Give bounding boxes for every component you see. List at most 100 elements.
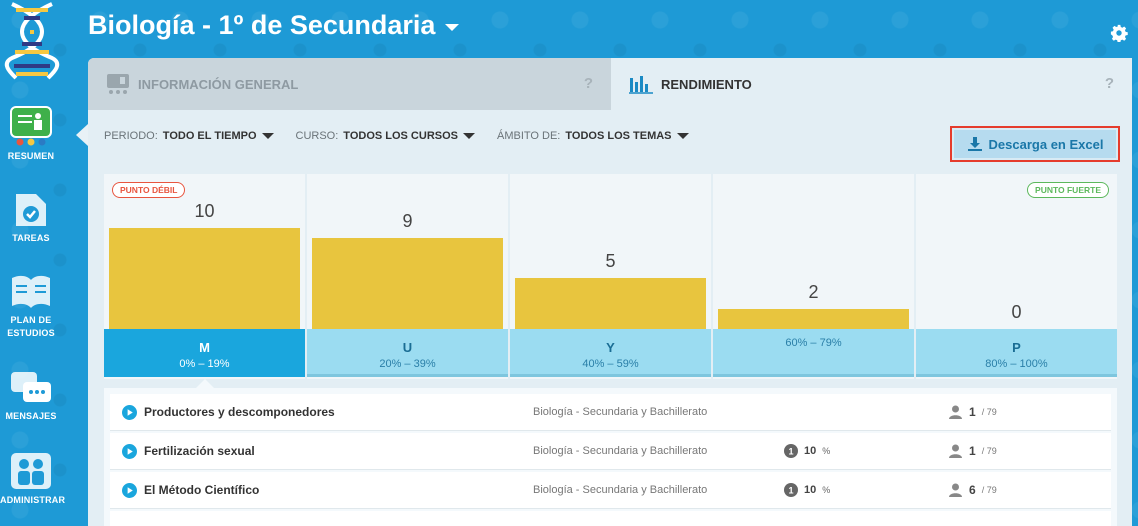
range-tab[interactable]: M 0% – 19% bbox=[104, 329, 305, 377]
excel-download-button[interactable]: Descarga en Excel bbox=[950, 126, 1120, 162]
filter-curso[interactable]: CURSO: TODOS LOS CURSOS bbox=[296, 130, 475, 142]
sidebar-item-administrar[interactable]: ADMINISTRAR bbox=[0, 452, 65, 507]
users-count: 6 bbox=[969, 483, 976, 497]
chart-column[interactable]: 0 P 80% – 100% PUNTO FUERTE bbox=[916, 174, 1117, 379]
download-icon bbox=[967, 137, 982, 151]
help-icon[interactable]: ? bbox=[584, 75, 593, 92]
bar-value-label: 0 bbox=[1011, 302, 1022, 322]
play-icon[interactable] bbox=[122, 405, 137, 420]
dna-logo-icon[interactable] bbox=[2, 2, 62, 80]
range-label: 20% – 39% bbox=[379, 358, 436, 370]
filter-label: ÁMBITO DE: bbox=[497, 130, 561, 142]
users-count: 1 bbox=[969, 444, 976, 458]
sidebar-label-tareas: TAREAS bbox=[12, 233, 50, 243]
topic-percent: 1 10% bbox=[784, 483, 830, 497]
range-tab[interactable]: U 20% – 39% bbox=[307, 329, 508, 377]
sidebar: RESUMEN TAREAS PLAN DE ESTUDIOS MENSAJES… bbox=[0, 0, 75, 526]
topic-subject: Biología - Secundaria y Bachillerato bbox=[533, 445, 708, 457]
range-tab[interactable]: Y 40% – 59% bbox=[510, 329, 711, 377]
topic-subject: Biología - Secundaria y Bachillerato bbox=[533, 406, 708, 418]
range-tab[interactable]: 60% – 79% bbox=[713, 329, 914, 377]
chart-column[interactable]: 9 U 20% – 39% bbox=[307, 174, 508, 379]
filter-value: TODOS LOS TEMAS bbox=[565, 130, 672, 142]
topic-users: 1 / 79 bbox=[948, 444, 997, 458]
sidebar-label-plan: PLAN DE ESTUDIOS bbox=[7, 315, 55, 338]
play-icon[interactable] bbox=[122, 483, 137, 498]
chart-bar bbox=[515, 278, 706, 329]
user-icon bbox=[949, 444, 962, 458]
chat-icon bbox=[11, 372, 51, 402]
users-count: 1 bbox=[969, 405, 976, 419]
sidebar-item-resumen[interactable]: RESUMEN bbox=[0, 106, 62, 163]
tab-informacion-general[interactable]: INFORMACIÓN GENERAL ? bbox=[88, 58, 611, 110]
percent-value: 10 bbox=[804, 484, 817, 496]
list-item[interactable] bbox=[110, 511, 1111, 526]
filter-ambito[interactable]: ÁMBITO DE: TODOS LOS TEMAS bbox=[497, 130, 689, 142]
users-icon bbox=[11, 453, 51, 489]
range-label: 0% – 19% bbox=[179, 358, 230, 370]
list-item[interactable]: Fertilización sexual Biología - Secundari… bbox=[110, 433, 1111, 470]
play-icon[interactable] bbox=[122, 444, 137, 459]
tab-label: RENDIMIENTO bbox=[661, 76, 752, 92]
range-tab[interactable]: P 80% – 100% bbox=[916, 329, 1117, 377]
excel-button-inner: Descarga en Excel bbox=[954, 130, 1116, 158]
info-badge-number: 1 bbox=[788, 486, 793, 496]
bar-value-label: 5 bbox=[605, 251, 616, 271]
bar-value-label: 9 bbox=[402, 211, 413, 231]
topic-percent: 1 10% bbox=[784, 444, 830, 458]
tab-bar: INFORMACIÓN GENERAL ? RENDIMIENTO ? bbox=[88, 58, 1132, 110]
topic-title: Productores y descomponedores bbox=[144, 405, 335, 419]
user-icon bbox=[949, 483, 962, 497]
filter-periodo[interactable]: PERIODO: TODO EL TIEMPO bbox=[104, 130, 274, 142]
list-item[interactable]: Productores y descomponedores Biología - … bbox=[110, 394, 1111, 431]
topic-users: 6 / 79 bbox=[948, 483, 997, 497]
main-panel: INFORMACIÓN GENERAL ? RENDIMIENTO ? PERI… bbox=[88, 58, 1132, 526]
excel-button-label: Descarga en Excel bbox=[988, 136, 1104, 152]
range-letter: U bbox=[402, 340, 413, 355]
chart-column[interactable]: 2 60% – 79% bbox=[713, 174, 914, 379]
book-icon bbox=[12, 275, 50, 308]
percent-value: 10 bbox=[804, 445, 817, 457]
user-icon bbox=[949, 405, 962, 419]
filter-bar: PERIODO: TODO EL TIEMPO CURSO: TODOS LOS… bbox=[104, 130, 689, 142]
list-item[interactable]: El Método Científico Biología - Secundari… bbox=[110, 472, 1111, 509]
range-letter: M bbox=[199, 340, 210, 355]
users-total: / 79 bbox=[981, 485, 997, 495]
bar-chart-icon bbox=[629, 76, 653, 94]
filter-label: CURSO: bbox=[295, 130, 339, 142]
topic-list: Productores y descomponedores Biología - … bbox=[104, 388, 1117, 526]
topic-title: El Método Científico bbox=[144, 483, 260, 497]
help-icon[interactable]: ? bbox=[1105, 75, 1114, 92]
filter-value: TODO EL TIEMPO bbox=[162, 130, 257, 142]
weak-point-badge: PUNTO DÉBIL bbox=[112, 182, 186, 198]
chart-column[interactable]: 10 M 0% – 19% PUNTO DÉBIL bbox=[104, 174, 305, 379]
chevron-down-icon bbox=[676, 133, 689, 139]
topic-subject: Biología - Secundaria y Bachillerato bbox=[533, 484, 708, 496]
presentation-icon bbox=[10, 106, 52, 146]
chart-bar bbox=[312, 238, 503, 329]
tab-rendimiento[interactable]: RENDIMIENTO ? bbox=[611, 58, 1132, 110]
tab-label: INFORMACIÓN GENERAL bbox=[138, 76, 299, 92]
topic-title: Fertilización sexual bbox=[144, 444, 255, 458]
bar-value-label: 10 bbox=[194, 201, 215, 221]
sidebar-item-tareas[interactable]: TAREAS bbox=[0, 192, 62, 245]
sidebar-item-plan-de-estudios[interactable]: PLAN DE ESTUDIOS bbox=[0, 274, 62, 340]
chart-selection-pointer bbox=[196, 379, 214, 388]
chevron-down-icon bbox=[463, 133, 475, 139]
chevron-down-icon bbox=[261, 133, 274, 139]
range-label: 60% – 79% bbox=[785, 337, 842, 349]
topic-users: 1 / 79 bbox=[948, 405, 997, 419]
sidebar-item-mensajes[interactable]: MENSAJES bbox=[0, 370, 62, 423]
info-badge-icon: 1 bbox=[784, 483, 798, 497]
page-title[interactable]: Biología - 1º de Secundaria bbox=[88, 10, 460, 41]
presentation-icon bbox=[107, 74, 129, 94]
filter-label: PERIODO: bbox=[104, 130, 158, 142]
gear-icon[interactable] bbox=[1110, 24, 1128, 42]
chevron-down-icon bbox=[445, 24, 460, 31]
range-label: 80% – 100% bbox=[985, 358, 1048, 370]
range-letter: P bbox=[1012, 340, 1021, 355]
range-label: 40% – 59% bbox=[582, 358, 639, 370]
active-nav-pointer bbox=[76, 124, 88, 146]
users-total: / 79 bbox=[981, 446, 997, 456]
chart-column[interactable]: 5 Y 40% – 59% bbox=[510, 174, 711, 379]
